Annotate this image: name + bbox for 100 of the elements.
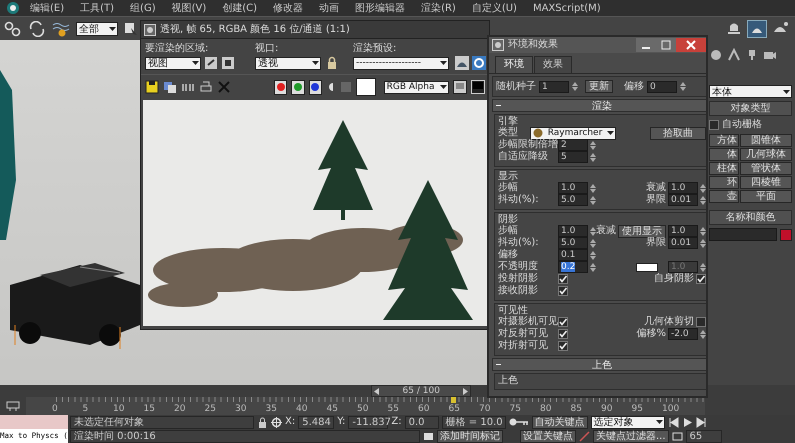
- coordinate-field[interactable]: 0.0: [404, 416, 439, 428]
- toggle-ui-icon[interactable]: [471, 80, 485, 94]
- region-edit-icon[interactable]: [204, 56, 218, 70]
- maxscript-listener-field[interactable]: [0, 415, 68, 429]
- spinner-icon[interactable]: [680, 81, 686, 92]
- print-icon[interactable]: [199, 80, 213, 94]
- renderer-dropdown[interactable]: Raymarcher: [530, 126, 616, 140]
- frame-field[interactable]: 65: [686, 430, 722, 442]
- caret-icon[interactable]: [656, 419, 663, 425]
- key-filters-button[interactable]: 关键点过滤器...: [593, 430, 669, 442]
- auto-region-icon[interactable]: [221, 56, 235, 70]
- use-display-button[interactable]: 使用显示: [618, 224, 666, 238]
- menu-item[interactable]: 自定义(U): [472, 1, 517, 15]
- spinner-icon[interactable]: [590, 262, 596, 272]
- checkbox[interactable]: [696, 274, 706, 284]
- unlink-icon[interactable]: [28, 20, 46, 36]
- auto-key-button[interactable]: 自动关键点: [532, 416, 588, 428]
- set-key-button[interactable]: 设置关键点: [520, 430, 576, 442]
- caret-icon[interactable]: [783, 88, 790, 94]
- rollout-header[interactable]: 名称和颜色: [709, 210, 792, 225]
- number-field[interactable]: 1.0: [668, 225, 698, 237]
- caret-icon[interactable]: [192, 60, 199, 66]
- checkbox[interactable]: [709, 120, 719, 130]
- object-type-button[interactable]: 方体: [709, 134, 739, 147]
- rollout-header[interactable]: 对象类型: [709, 101, 792, 116]
- caret-icon[interactable]: [606, 130, 614, 136]
- channel-toggle-button[interactable]: [308, 80, 322, 94]
- spinner-icon[interactable]: [590, 238, 596, 248]
- spinner-icon[interactable]: [590, 194, 596, 206]
- timeline-ruler[interactable]: 0 5 10 15 20 25 30 35 40 45 50 55 60 65 70 75 80 85 90 95 100: [26, 397, 705, 415]
- tab[interactable]: 环境: [495, 56, 533, 73]
- bind-space-warp-icon[interactable]: [52, 20, 70, 36]
- copy-image-icon[interactable]: [163, 80, 177, 94]
- preset-dropdown[interactable]: --------------------: [353, 56, 449, 70]
- viewport-dropdown[interactable]: 透视: [255, 56, 321, 70]
- checkbox[interactable]: [558, 329, 568, 339]
- pick-button[interactable]: 拾取曲: [650, 126, 706, 140]
- channel-toggle-button[interactable]: [274, 80, 288, 94]
- caret-icon[interactable]: [109, 26, 116, 32]
- checkbox[interactable]: [558, 274, 568, 284]
- go-to-start-icon[interactable]: [668, 416, 679, 428]
- time-marker[interactable]: [450, 397, 456, 403]
- number-field[interactable]: 0.01: [668, 237, 698, 249]
- time-tag-button[interactable]: 添加时间标记: [437, 430, 503, 442]
- key-filters-icon[interactable]: [579, 430, 590, 442]
- number-field[interactable]: 5: [558, 151, 588, 163]
- key-icon[interactable]: [508, 417, 529, 427]
- channel-toggle-button[interactable]: [291, 80, 305, 94]
- rollout-header[interactable]: 上色: [492, 358, 706, 371]
- checkbox[interactable]: [696, 317, 706, 327]
- checkbox[interactable]: [558, 317, 568, 327]
- link-icon[interactable]: [4, 20, 22, 36]
- coordinate-field[interactable]: 5.484: [298, 416, 334, 428]
- spinner-icon[interactable]: [590, 250, 596, 260]
- time-tag-icon[interactable]: [423, 430, 434, 442]
- absolute-mode-icon[interactable]: [271, 416, 282, 428]
- menu-item[interactable]: 编辑(E): [30, 1, 64, 15]
- object-color-swatch[interactable]: [780, 228, 792, 240]
- close-icon[interactable]: [676, 38, 706, 52]
- menu-item[interactable]: 渲染(R): [421, 1, 456, 15]
- channel-display-dropdown[interactable]: RGB Alpha: [384, 80, 449, 94]
- checkbox[interactable]: [558, 286, 568, 296]
- menu-item[interactable]: 图形编辑器: [355, 1, 406, 15]
- object-type-button[interactable]: 壶: [709, 190, 739, 203]
- caret-icon[interactable]: [312, 60, 319, 66]
- color-swatch[interactable]: [356, 78, 376, 96]
- coordinate-field[interactable]: -11.837: [348, 416, 388, 428]
- object-type-button[interactable]: 四棱锥: [740, 176, 792, 189]
- caret-icon[interactable]: [440, 84, 447, 90]
- object-type-button[interactable]: 柱体: [709, 162, 739, 175]
- render-setup-icon[interactable]: [455, 56, 469, 70]
- color-swatch[interactable]: [636, 262, 658, 272]
- object-type-button[interactable]: 管状体: [740, 162, 792, 175]
- rollout-header[interactable]: 渲染: [492, 99, 706, 112]
- number-field[interactable]: 0.2: [558, 261, 588, 273]
- save-image-icon[interactable]: [145, 80, 159, 94]
- spinner-icon[interactable]: [590, 140, 596, 150]
- spinner-icon[interactable]: [572, 81, 578, 92]
- number-field[interactable]: 2: [558, 139, 588, 151]
- number-field[interactable]: 1.0: [558, 182, 588, 194]
- go-to-end-icon[interactable]: [696, 416, 707, 428]
- spinner-icon[interactable]: [590, 152, 596, 162]
- minimize-icon[interactable]: [636, 38, 656, 52]
- number-field[interactable]: 1.0: [558, 225, 588, 237]
- menu-item[interactable]: 组(G): [130, 1, 156, 15]
- checkbox[interactable]: [558, 341, 568, 351]
- number-field[interactable]: 0.1: [558, 249, 588, 261]
- number-field[interactable]: -2.0: [668, 328, 698, 340]
- number-field[interactable]: 1: [539, 80, 569, 92]
- object-type-button[interactable]: 几何球体: [740, 148, 792, 161]
- lock-icon[interactable]: [257, 416, 268, 428]
- create-shape-icon[interactable]: [727, 48, 741, 62]
- number-field[interactable]: 0: [647, 80, 677, 92]
- menu-item[interactable]: 动画: [319, 1, 340, 15]
- spinner-icon[interactable]: [590, 182, 596, 194]
- object-type-button[interactable]: 体: [709, 148, 739, 161]
- spinner-icon[interactable]: [590, 226, 596, 236]
- number-field[interactable]: 1.0: [668, 182, 698, 194]
- object-type-button[interactable]: 平面: [740, 190, 792, 203]
- menu-item[interactable]: 创建(C): [222, 1, 258, 15]
